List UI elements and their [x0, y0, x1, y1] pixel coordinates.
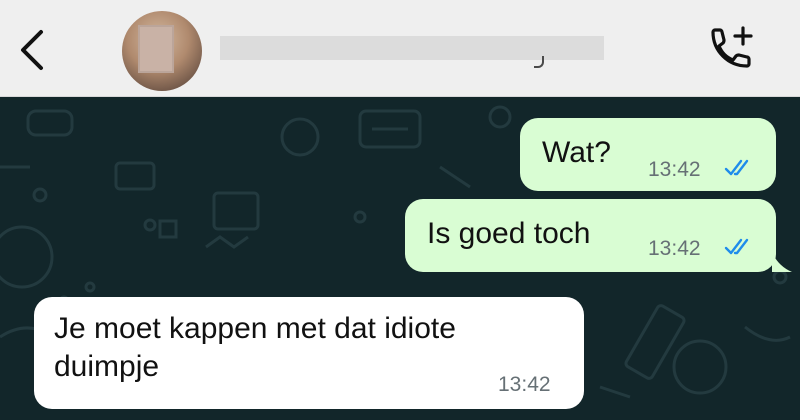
- message-bubble-outgoing[interactable]: Is goed toch 13:42: [405, 199, 776, 272]
- message-time: 13:42: [498, 373, 551, 396]
- contact-name-fragment: [534, 56, 544, 68]
- message-time: 13:42: [648, 237, 701, 260]
- chat-header: [0, 0, 800, 97]
- avatar[interactable]: [122, 11, 202, 91]
- chat-area[interactable]: Wat? 13:42 Is goed toch 13:42 Je moet ka…: [0, 97, 800, 420]
- message-bubble-outgoing[interactable]: Wat? 13:42: [520, 118, 776, 191]
- chevron-left-icon[interactable]: [14, 28, 50, 72]
- message-bubble-incoming[interactable]: Je moet kappen met dat idiote duimpje 13…: [34, 297, 584, 409]
- message-text: Is goed toch: [427, 217, 591, 250]
- bubble-tail: [772, 252, 792, 272]
- double-check-icon: [724, 159, 749, 176]
- message-time: 13:42: [648, 158, 701, 181]
- message-text: Je moet kappen met dat idiote duimpje: [54, 312, 456, 383]
- avatar-blur: [138, 25, 174, 73]
- contact-name[interactable]: [220, 36, 604, 60]
- message-text: Wat?: [542, 136, 611, 169]
- phone-plus-icon[interactable]: [703, 22, 755, 74]
- double-check-icon: [724, 238, 749, 255]
